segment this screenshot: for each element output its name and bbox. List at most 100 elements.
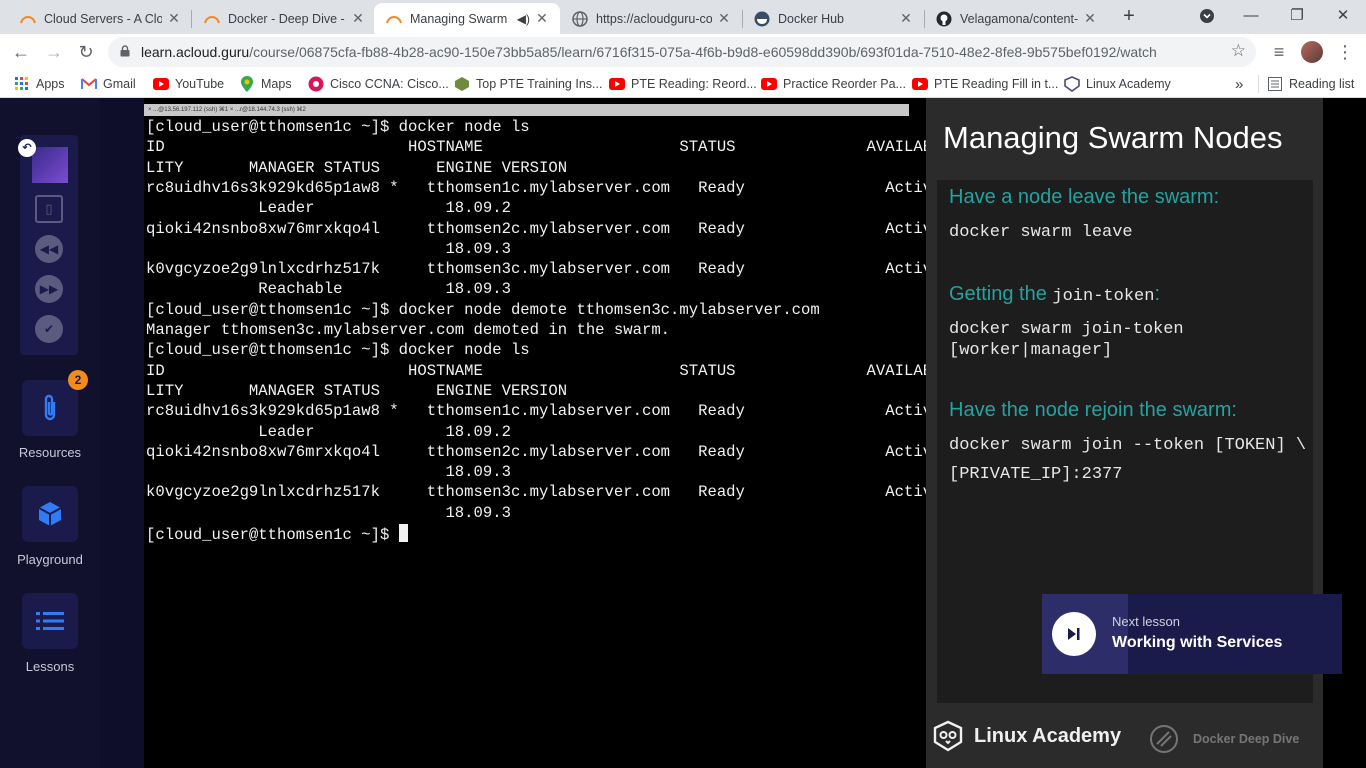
next-lesson-label: Next lesson xyxy=(1112,614,1180,629)
linux-academy-text: Linux Academy xyxy=(974,724,1122,747)
bookmark-cisco[interactable]: Cisco CCNA: Cisco... xyxy=(308,75,449,93)
youtube-icon xyxy=(761,76,777,92)
course-sidebar: ↶ ▯ ◀◀ ▶▶ ✔ 2 Resources Playground Lesso… xyxy=(0,98,100,768)
next-lesson-card[interactable]: Next lesson Working with Services xyxy=(1042,594,1342,674)
lock-icon[interactable] xyxy=(120,45,130,57)
lessons-label: Lessons xyxy=(25,659,75,674)
bookmark-maps[interactable]: Maps xyxy=(239,75,292,93)
terminal-prompt: [cloud_user@tthomsen1c ~]$ xyxy=(146,526,399,544)
checkmark-icon[interactable]: ✔ xyxy=(35,315,63,343)
bookmark-label: Maps xyxy=(261,77,292,91)
forward-icon[interactable]: → xyxy=(43,41,65,63)
terminal-line: Reachable 18.09.3 xyxy=(146,280,511,299)
bookmark-star-icon[interactable]: ☆ xyxy=(1231,41,1246,61)
terminal-line: ID HOSTNAME STATUS AVAILABI xyxy=(146,138,942,157)
reading-list-button[interactable]: Reading list xyxy=(1258,75,1354,93)
terminal-line: 18.09.3 xyxy=(146,503,511,522)
close-window-icon[interactable]: ✕ xyxy=(1328,5,1358,27)
gmail-icon xyxy=(81,76,97,92)
course-logo: Docker Deep Dive xyxy=(1149,724,1299,754)
bookmark-pte-training[interactable]: Top PTE Training Ins... xyxy=(454,75,602,93)
fast-forward-icon[interactable]: ▶▶ xyxy=(35,275,63,303)
slide-heading: Have a node leave the swarm: xyxy=(949,186,1220,208)
pte-icon xyxy=(454,76,470,92)
close-icon[interactable]: ✕ xyxy=(1082,10,1098,27)
reload-icon[interactable]: ↻ xyxy=(75,41,97,63)
menu-kebab-icon[interactable]: ⋮ xyxy=(1334,41,1356,63)
url-text: learn.acloud.guru/course/06875cfa-fb88-4… xyxy=(141,44,1157,60)
skip-next-icon[interactable] xyxy=(1052,612,1096,656)
bookmark-practice-reorder[interactable]: Practice Reorder Pa... xyxy=(761,75,906,93)
close-icon[interactable]: ✕ xyxy=(166,10,182,27)
browser-tab[interactable]: Cloud Servers - A Clou ✕ xyxy=(8,3,192,34)
youtube-icon xyxy=(609,76,625,92)
course-thumbnail[interactable] xyxy=(32,147,68,183)
tab-title: Velagamona/content- xyxy=(960,11,1078,26)
bookmark-pte-reading[interactable]: PTE Reading: Reord... xyxy=(609,75,757,93)
terminal-prompt-line: [cloud_user@tthomsen1c ~]$ xyxy=(146,524,408,544)
linux-academy-icon xyxy=(1064,76,1080,92)
speaker-icon[interactable]: ◀) xyxy=(517,12,530,26)
back-icon[interactable]: ← xyxy=(10,41,32,63)
docker-deep-dive-icon xyxy=(1150,725,1178,753)
video-player[interactable]: × ...@13.56.197.112 (ssh) ⌘1 × ...r@18.1… xyxy=(144,98,1366,768)
toggle-panel-icon[interactable]: ▯ xyxy=(35,195,63,223)
owl-icon xyxy=(933,720,963,752)
browser-tab[interactable]: Docker - Deep Dive - A ✕ xyxy=(192,3,376,34)
terminal-output: [cloud_user@tthomsen1c ~]$ docker node l… xyxy=(146,118,941,768)
bookmark-linux-academy[interactable]: Linux Academy xyxy=(1064,75,1171,93)
terminal-line: ID HOSTNAME STATUS AVAILABI xyxy=(146,361,942,380)
address-bar[interactable]: learn.acloud.guru/course/06875cfa-fb88-4… xyxy=(108,37,1256,67)
bookmark-pte-fill[interactable]: PTE Reading Fill in t... xyxy=(912,75,1058,93)
bookmark-label: Top PTE Training Ins... xyxy=(476,77,603,91)
bookmark-gmail[interactable]: Gmail xyxy=(81,75,136,93)
close-icon[interactable]: ✕ xyxy=(350,10,366,27)
terminal-line: k0vgcyzoe2g9lnlxcdrhz517k tthomsen3c.myl… xyxy=(146,260,942,279)
bookmark-label: PTE Reading: Reord... xyxy=(631,77,757,91)
bookmark-label: Apps xyxy=(36,77,65,91)
tab-search-icon[interactable] xyxy=(1192,5,1222,27)
terminal-line: k0vgcyzoe2g9lnlxcdrhz517k tthomsen3c.myl… xyxy=(146,483,942,502)
back-arrow-icon[interactable]: ↶ xyxy=(18,139,36,157)
media-control-icon[interactable]: ≡ xyxy=(1268,41,1290,63)
minimize-icon[interactable]: — xyxy=(1236,5,1266,27)
slide-heading: Have the node rejoin the swarm: xyxy=(949,399,1237,421)
browser-tab-active[interactable]: Managing Swarm ◀) ✕ xyxy=(374,3,560,34)
bookmark-apps[interactable]: Apps xyxy=(14,75,65,93)
bookmark-label: Linux Academy xyxy=(1086,77,1171,91)
linux-academy-logo: Linux Academy xyxy=(932,720,1121,752)
tab-title: https://acloudguru-co xyxy=(596,11,712,26)
terminal-line: qioki42nsnbo8xw76mrxkqo4l tthomsen2c.myl… xyxy=(146,442,942,461)
slide-title: Managing Swarm Nodes xyxy=(943,120,1283,155)
bookmark-label: Practice Reorder Pa... xyxy=(783,77,906,91)
playground-label: Playground xyxy=(17,552,83,567)
close-icon[interactable]: ✕ xyxy=(716,10,732,27)
slide-heading-text: Getting the xyxy=(949,283,1053,305)
terminal-cursor xyxy=(398,524,408,542)
terminal-line: Manager tthomsen3c.mylabserver.com demot… xyxy=(146,321,671,339)
close-icon[interactable]: ✕ xyxy=(534,10,550,27)
rewind-icon[interactable]: ◀◀ xyxy=(35,235,63,263)
restore-icon[interactable]: ❐ xyxy=(1282,5,1312,27)
browser-tab[interactable]: https://acloudguru-co ✕ xyxy=(560,3,742,34)
bookmarks-overflow-button[interactable]: » xyxy=(1235,75,1243,93)
slide-heading-text: : xyxy=(1154,283,1160,305)
lessons-button[interactable] xyxy=(22,593,78,649)
github-icon xyxy=(936,11,952,27)
playground-button[interactable] xyxy=(22,486,78,542)
acloudguru-icon xyxy=(20,11,36,27)
new-tab-button[interactable]: + xyxy=(1118,5,1140,27)
browser-tab[interactable]: Velagamona/content- ✕ xyxy=(924,3,1108,34)
terminal-line: qioki42nsnbo8xw76mrxkqo4l tthomsen2c.myl… xyxy=(146,219,942,238)
resources-label: Resources xyxy=(18,445,82,460)
profile-avatar[interactable] xyxy=(1301,41,1323,63)
browser-tab[interactable]: Docker Hub ✕ xyxy=(742,3,924,34)
close-icon[interactable]: ✕ xyxy=(898,10,914,27)
terminal-line: [cloud_user@tthomsen1c ~]$ docker node d… xyxy=(146,300,820,319)
cube-icon xyxy=(38,502,62,526)
bookmark-label: Cisco CCNA: Cisco... xyxy=(330,77,449,91)
bookmark-youtube[interactable]: YouTube xyxy=(153,75,224,93)
tab-title: Docker - Deep Dive - A xyxy=(228,11,346,26)
resources-button[interactable] xyxy=(22,380,78,436)
terminal-line: Leader 18.09.2 xyxy=(146,199,511,218)
